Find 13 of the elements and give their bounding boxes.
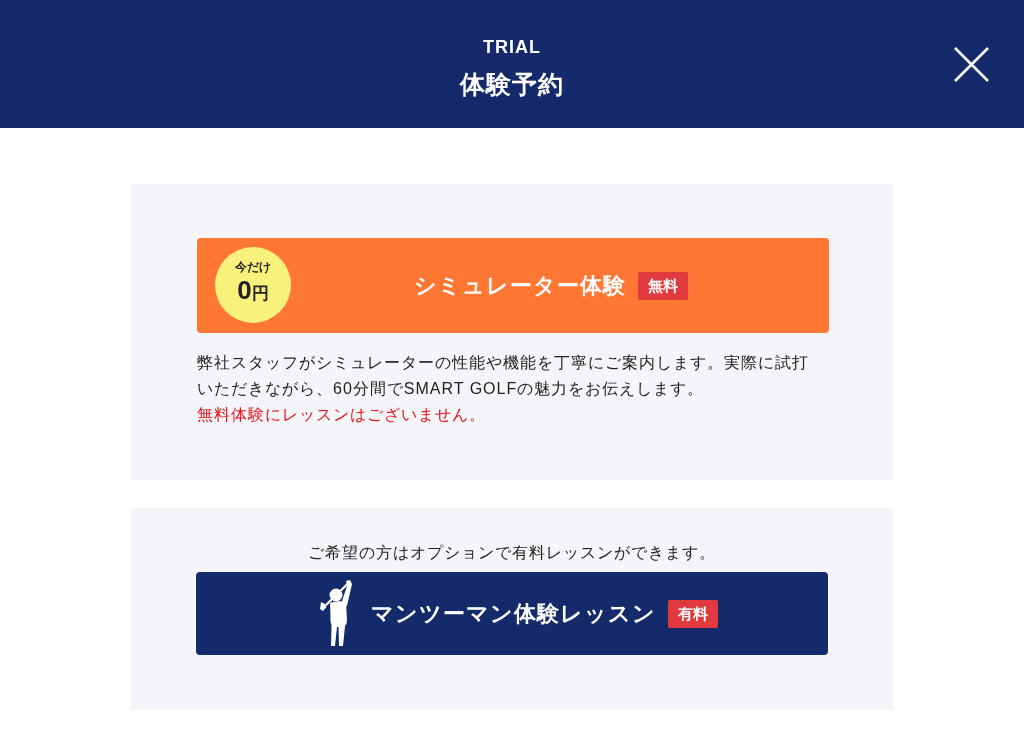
- header-title: 体験予約: [460, 69, 564, 100]
- header-subtitle: TRIAL: [483, 36, 541, 58]
- close-icon: [954, 47, 989, 82]
- close-button[interactable]: [953, 46, 990, 83]
- description-text: 弊社スタッフがシミュレーターの性能や機能を丁寧にご案内します。実際に試打いただきながら、60分間でSMART GOLFの魅力をお伝えします。: [197, 353, 810, 399]
- promo-label: 今だけ: [235, 259, 271, 275]
- simulator-trial-button[interactable]: 今だけ 0円 シミュレーター体験 無料: [197, 238, 829, 333]
- intro-text: ご希望の方はオプションで有料レッスンができます。: [308, 543, 716, 563]
- lesson-button[interactable]: マンツーマン体験レッスン 有料: [196, 572, 828, 655]
- free-tag: 無料: [638, 271, 688, 300]
- notice-text: 無料体験にレッスンはございません。: [197, 405, 487, 425]
- paid-tag: 有料: [667, 599, 718, 628]
- price-text: 0円: [237, 274, 269, 307]
